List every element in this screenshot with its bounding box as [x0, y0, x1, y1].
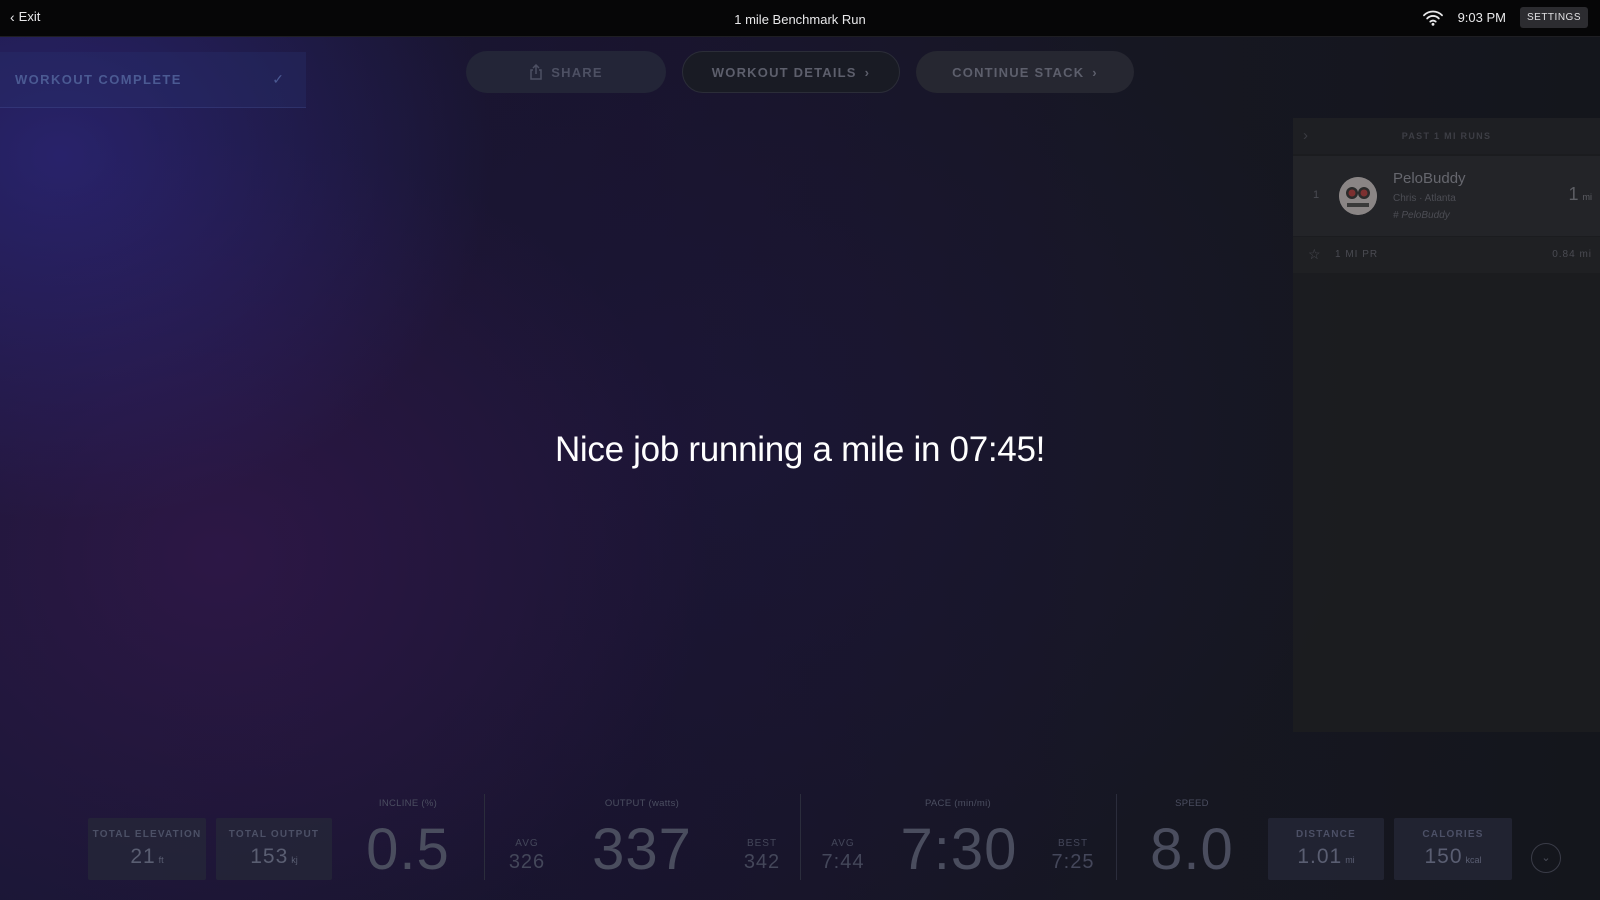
divider [800, 794, 801, 880]
workout-details-label: WORKOUT DETAILS [711, 64, 857, 80]
wifi-icon [1422, 10, 1443, 26]
chevron-down-icon: ⌄ [1541, 852, 1551, 864]
leaderboard-username: PeloBuddy [1393, 170, 1466, 187]
incline-label: INCLINE (%) [378, 798, 438, 809]
divider [1116, 794, 1117, 880]
metric-label: CALORIES [1422, 829, 1484, 840]
pace-avg: AVG 7:44 [821, 838, 865, 873]
share-button[interactable]: SHARE [466, 51, 666, 93]
class-title: 1 mile Benchmark Run [734, 12, 866, 27]
metric-label: TOTAL OUTPUT [228, 829, 320, 840]
metrics-bar: TOTAL ELEVATION 21 ft TOTAL OUTPUT 153 kj … [0, 790, 1600, 900]
distance-tile: DISTANCE 1.01 mi [1268, 818, 1384, 880]
settings-button[interactable]: SETTINGS [1519, 7, 1588, 28]
total-elevation-tile: TOTAL ELEVATION 21 ft [88, 818, 206, 880]
avatar-image [1339, 177, 1377, 215]
completion-message: Nice job running a mile in 07:45! [554, 430, 1046, 469]
workout-details-button[interactable]: WORKOUT DETAILS › [682, 51, 900, 93]
workout-complete-banner: WORKOUT COMPLETE ✓ [0, 52, 306, 108]
clock-time: 9:03 PM [1457, 10, 1506, 25]
pace-value: 7:30 [900, 817, 1018, 882]
incline-value: 0.5 [366, 817, 450, 882]
top-bar: ‹ Exit 1 mile Benchmark Run 9:03 PM SETT… [0, 0, 1600, 37]
share-label: SHARE [551, 64, 603, 80]
output-best: BEST 342 [743, 838, 781, 873]
expand-metrics-button[interactable]: ⌄ [1531, 843, 1561, 873]
continue-stack-label: CONTINUE STACK [952, 64, 1085, 80]
metric-label: DISTANCE [1296, 829, 1356, 840]
rank: 1 [1313, 189, 1320, 201]
metric-value: 150 kcal [1424, 845, 1482, 868]
leaderboard-header: › PAST 1 MI RUNS [1293, 118, 1600, 154]
metric-value: 21 ft [130, 845, 164, 868]
speed-value: 8.0 [1150, 817, 1234, 882]
checkmark-icon: ✓ [272, 71, 284, 87]
leaderboard-distance: 1 mi [1568, 184, 1592, 204]
leaderboard-title: PAST 1 MI RUNS [1401, 131, 1492, 141]
pace-label: PACE (min/mi) [924, 798, 991, 809]
divider [484, 794, 485, 880]
metric-label: TOTAL ELEVATION [92, 829, 202, 840]
pace-best: BEST 7:25 [1051, 838, 1095, 873]
leaderboard-tag: # PeloBuddy [1393, 210, 1450, 221]
status-area: 9:03 PM SETTINGS [1422, 7, 1588, 28]
output-value: 337 [592, 817, 692, 882]
total-output-tile: TOTAL OUTPUT 153 kj [216, 818, 332, 880]
metric-value: 1.01 mi [1297, 845, 1355, 868]
share-icon [530, 64, 542, 80]
avatar [1339, 177, 1377, 215]
leaderboard-location: Chris · Atlanta [1393, 193, 1456, 204]
chevron-right-icon: › [1092, 64, 1098, 80]
workout-complete-label: WORKOUT COMPLETE [15, 72, 182, 87]
metric-value: 153 kj [250, 845, 298, 868]
leaderboard-panel: › PAST 1 MI RUNS 1 PeloBuddy Chris · Atl… [1293, 118, 1600, 732]
output-avg: AVG 326 [508, 838, 546, 873]
pr-label: 1 MI PR [1335, 249, 1379, 260]
continue-stack-button[interactable]: CONTINUE STACK › [916, 51, 1134, 93]
pr-value: 0.84 mi [1552, 249, 1592, 260]
speed-label: SPEED [1175, 798, 1209, 809]
calories-tile: CALORIES 150 kcal [1394, 818, 1512, 880]
output-label: OUTPUT (watts) [604, 798, 680, 809]
leaderboard-row[interactable]: 1 PeloBuddy Chris · Atlanta # PeloBuddy … [1293, 156, 1600, 236]
chevron-right-icon: › [864, 64, 871, 80]
personal-record-row: ☆ 1 MI PR 0.84 mi [1293, 237, 1600, 273]
action-buttons: SHARE WORKOUT DETAILS › CONTINUE STACK › [466, 51, 1134, 93]
star-icon: ☆ [1308, 246, 1321, 262]
